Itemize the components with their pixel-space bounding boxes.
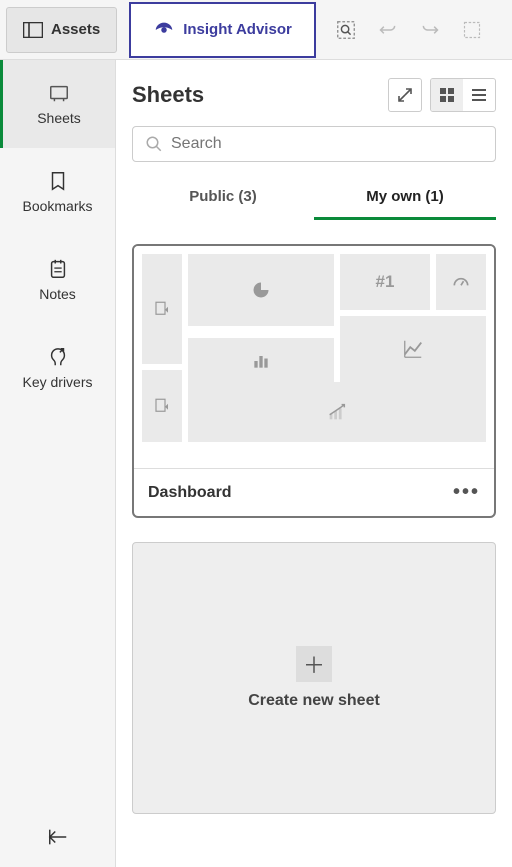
collapse-icon [47, 828, 69, 846]
sheets-header: Sheets [132, 78, 496, 112]
view-toggle-group [430, 78, 496, 112]
sheets-icon [48, 82, 70, 104]
sidebar-item-key-drivers[interactable]: Key drivers [0, 324, 115, 412]
undo-icon [378, 20, 398, 40]
list-view-button[interactable] [463, 79, 495, 111]
expand-button[interactable] [388, 78, 422, 112]
tab-public[interactable]: Public (3) [132, 176, 314, 220]
view-controls [388, 78, 496, 112]
top-bar: Assets Insight Advisor [0, 0, 512, 60]
sheet-title: Dashboard [148, 484, 232, 502]
insight-icon [153, 19, 175, 41]
line-chart-icon [402, 338, 424, 360]
grid-view-button[interactable] [431, 79, 463, 111]
create-sheet-label: Create new sheet [248, 692, 380, 710]
gauge-icon [451, 272, 471, 292]
assets-icon [23, 22, 43, 38]
assets-button[interactable]: Assets [6, 7, 117, 53]
filter-icon [153, 300, 171, 318]
sidebar-item-sheets[interactable]: Sheets [0, 60, 115, 148]
redo-button[interactable] [418, 18, 442, 42]
trend-chart-icon [326, 401, 348, 423]
key-drivers-icon [47, 346, 69, 368]
sidebar-label-key-drivers: Key drivers [22, 374, 92, 390]
preview-tile [436, 254, 486, 310]
top-tools [334, 18, 484, 42]
sidebar-label-notes: Notes [39, 286, 76, 302]
sheet-card-footer: Dashboard ••• [134, 468, 494, 516]
insight-advisor-button[interactable]: Insight Advisor [129, 2, 316, 58]
search-icon [145, 135, 163, 153]
filter-icon [153, 397, 171, 415]
pie-icon [251, 280, 271, 300]
sidebar-label-bookmarks: Bookmarks [22, 198, 92, 214]
search-wrap[interactable] [132, 126, 496, 162]
bookmark-icon [47, 170, 69, 192]
clear-button[interactable] [460, 18, 484, 42]
tab-my-own[interactable]: My own (1) [314, 176, 496, 220]
sidebar-item-bookmarks[interactable]: Bookmarks [0, 148, 115, 236]
redo-icon [420, 20, 440, 40]
page-title: Sheets [132, 82, 204, 108]
sidebar-item-notes[interactable]: Notes [0, 236, 115, 324]
main-area: Sheets Bookmarks Notes Key drivers Sheet… [0, 60, 512, 867]
sheet-card-dashboard[interactable]: #1 Dashboard ••• [132, 244, 496, 518]
preview-tile-kpi: #1 [340, 254, 430, 310]
notes-icon [47, 258, 69, 280]
plus-icon: ＋ [296, 646, 332, 682]
sidebar-label-sheets: Sheets [37, 110, 81, 126]
expand-icon [397, 87, 413, 103]
collapse-sidebar-button[interactable] [47, 828, 69, 851]
sidebar: Sheets Bookmarks Notes Key drivers [0, 60, 116, 867]
selection-search-button[interactable] [334, 18, 358, 42]
create-sheet-button[interactable]: ＋ Create new sheet [132, 542, 496, 814]
clear-icon [462, 20, 482, 40]
sheet-preview: #1 [134, 246, 494, 468]
preview-tile [188, 338, 334, 384]
preview-tile [142, 254, 182, 364]
search-input[interactable] [171, 135, 483, 153]
selection-search-icon [335, 19, 357, 41]
sheet-more-button[interactable]: ••• [453, 481, 480, 504]
preview-tile [188, 254, 334, 326]
sheet-tabs: Public (3) My own (1) [132, 176, 496, 220]
preview-tile [340, 316, 486, 382]
bar-chart-icon [251, 351, 271, 371]
content-panel: Sheets Public (3) My [116, 60, 512, 867]
assets-label: Assets [51, 21, 100, 38]
preview-tile [188, 382, 486, 442]
grid-icon [439, 87, 455, 103]
insight-label: Insight Advisor [183, 21, 292, 38]
list-icon [471, 87, 487, 103]
preview-tile [142, 370, 182, 442]
undo-button[interactable] [376, 18, 400, 42]
